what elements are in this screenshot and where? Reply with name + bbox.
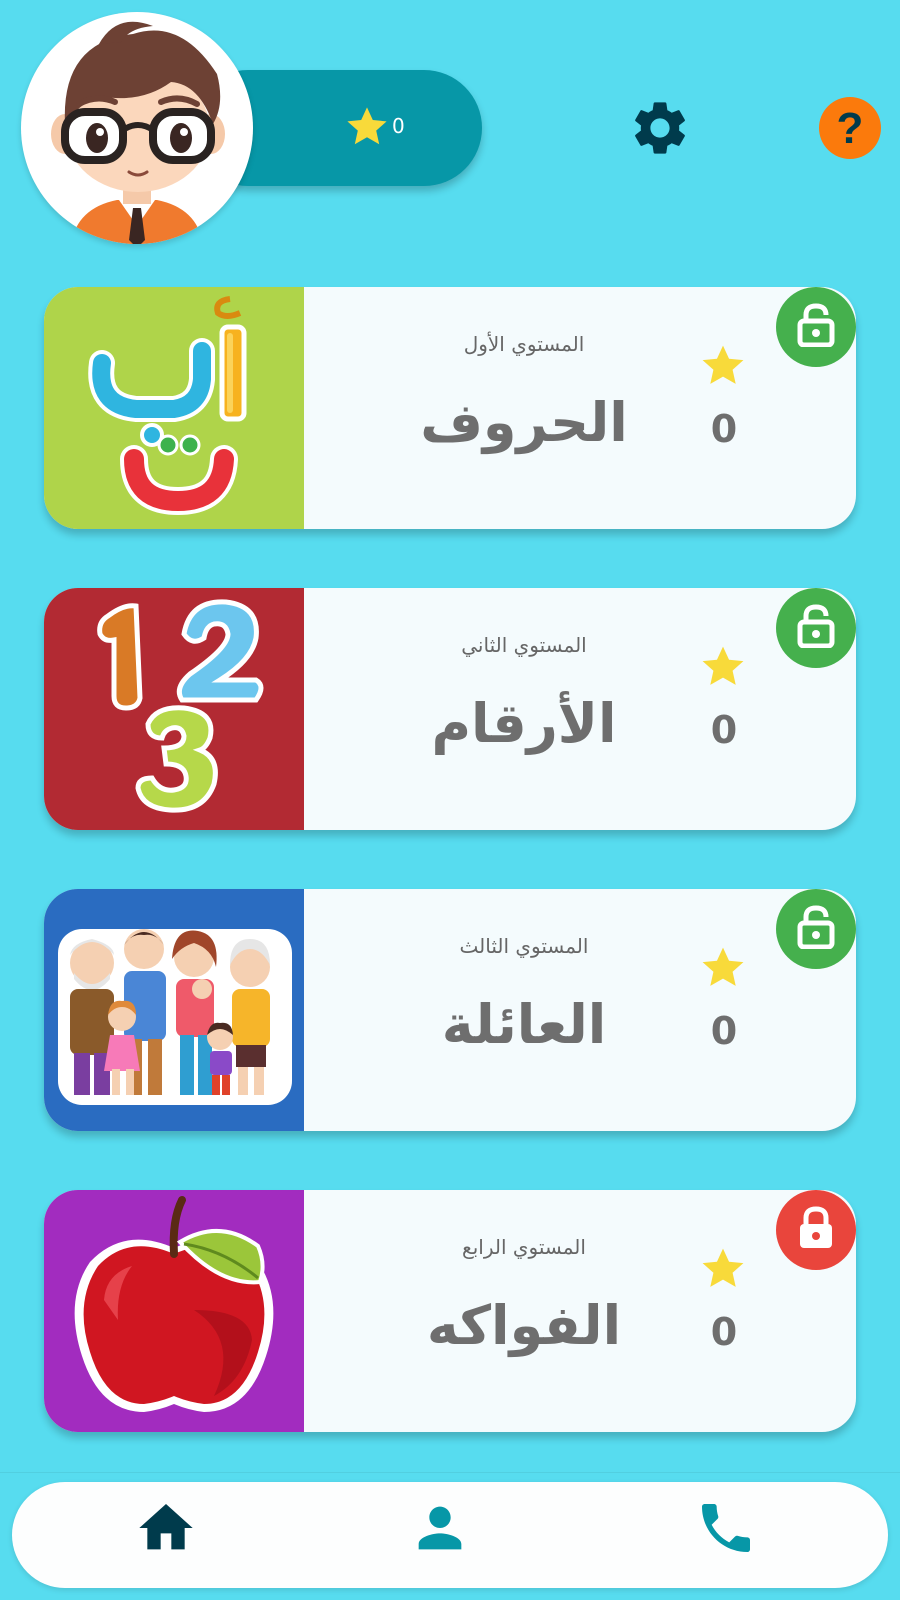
level-title: العائلة: [441, 993, 607, 1056]
bottom-navigation: [12, 1482, 888, 1588]
star-icon: [347, 107, 387, 145]
avatar[interactable]: [21, 12, 253, 244]
phone-icon[interactable]: [694, 1496, 758, 1560]
level-title: الحروف: [420, 391, 628, 454]
star-icon: [702, 345, 744, 384]
level-card-numbers[interactable]: المستوي الثاني الأرقام 0: [44, 588, 856, 830]
score-value: 0: [392, 114, 405, 138]
arabic-letters-illustration: [44, 287, 304, 529]
level-subtitle: المستوي الثالث: [459, 934, 589, 958]
level-card-family[interactable]: المستوي الثالث العائلة 0: [44, 889, 856, 1131]
level-stars-count: 0: [710, 1009, 738, 1053]
level-card-letters[interactable]: المستوي الأول الحروف 0: [44, 287, 856, 529]
level-subtitle: المستوي الثاني: [461, 633, 587, 657]
level-subtitle: المستوي الرابع: [462, 1235, 586, 1259]
unlocked-lock-icon: [776, 889, 856, 969]
level-card-fruits[interactable]: المستوي الرابع الفواكه 0: [44, 1190, 856, 1432]
star-icon: [702, 1248, 744, 1287]
level-title: الفواكه: [426, 1294, 622, 1357]
level-subtitle: المستوي الأول: [463, 332, 585, 356]
star-icon: [702, 947, 744, 986]
level-title: الأرقام: [431, 692, 617, 755]
home-icon[interactable]: [134, 1496, 198, 1560]
gear-icon[interactable]: [628, 96, 692, 160]
level-stars-count: 0: [710, 1310, 738, 1354]
person-icon[interactable]: [408, 1496, 472, 1560]
unlocked-lock-icon: [776, 287, 856, 367]
family-illustration: [44, 889, 304, 1131]
boy-character-avatar: [51, 21, 225, 244]
level-stars-count: 0: [710, 708, 738, 752]
help-button[interactable]: ?: [818, 96, 882, 160]
level-stars-count: 0: [710, 407, 738, 451]
locked-lock-icon: [776, 1190, 856, 1270]
star-icon: [702, 646, 744, 685]
unlocked-lock-icon: [776, 588, 856, 668]
red-apple-illustration: [44, 1190, 304, 1432]
question-mark-icon: ?: [837, 104, 864, 153]
numbers-123-illustration: [44, 588, 304, 830]
